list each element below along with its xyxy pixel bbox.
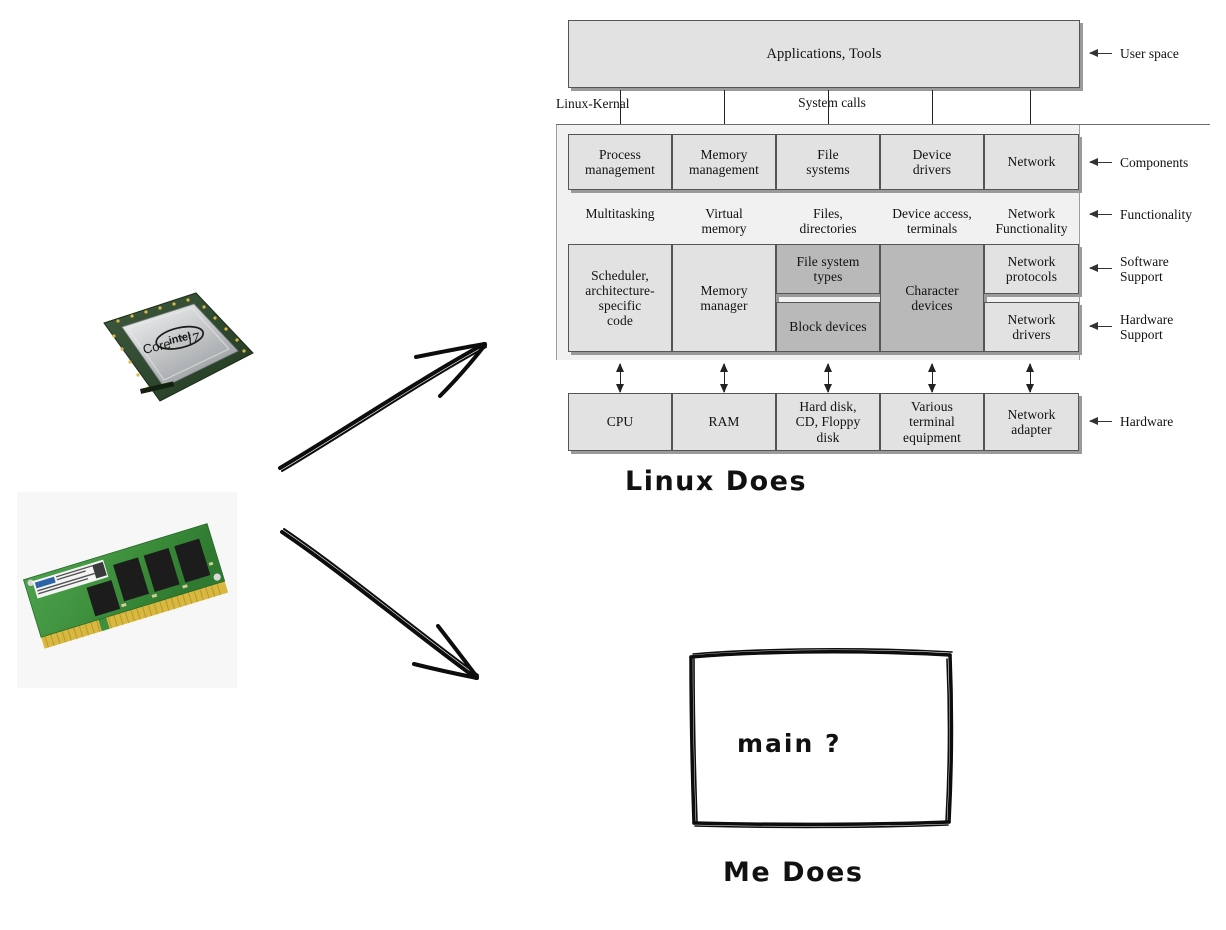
box-label: Network drivers xyxy=(1007,311,1056,342)
box-label: CPU xyxy=(606,414,634,430)
box-label: Block devices xyxy=(789,319,867,335)
hw-arrow-3 xyxy=(824,363,832,393)
side-arrow-software-support xyxy=(1089,264,1112,272)
side-label-components: Components xyxy=(1120,155,1189,170)
label-linux-kernal: Linux-Kernal xyxy=(556,96,630,111)
hw-arrow-4 xyxy=(928,363,936,393)
box-network-protocols: Network protocols xyxy=(984,244,1079,294)
side-label-user-space: User space xyxy=(1120,46,1179,61)
side-label-software-support: Software Support xyxy=(1120,254,1169,285)
box-label: Device drivers xyxy=(912,146,952,177)
box-label: File system types xyxy=(796,253,860,284)
box-file-system-types: File system types xyxy=(776,244,880,294)
label-virtual-memory: Virtual memory xyxy=(701,206,747,237)
ram-photo-svg xyxy=(17,492,237,688)
side-arrow-functionality xyxy=(1089,210,1112,218)
label-multitasking: Multitasking xyxy=(585,206,655,221)
box-network: Network xyxy=(984,134,1079,190)
hw-arrow-5 xyxy=(1026,363,1034,393)
side-label-hardware-support: Hardware Support xyxy=(1120,312,1174,343)
arrow-cpu-to-linux-diagram xyxy=(268,318,508,483)
box-process-management: Process management xyxy=(568,134,672,190)
box-label: Hard disk, CD, Floppy disk xyxy=(795,399,861,445)
arrow-ram-to-main-box xyxy=(268,518,508,693)
box-label: Network xyxy=(1007,154,1056,170)
label-device-access: Device access, terminals xyxy=(892,206,972,237)
box-applications-tools: Applications, Tools xyxy=(568,20,1080,88)
hw-arrow-1 xyxy=(616,363,624,393)
box-character-devices: Character devices xyxy=(880,244,984,352)
kernel-divider-rule xyxy=(556,124,1210,125)
box-label: Network adapter xyxy=(1007,406,1056,437)
ram-photo xyxy=(17,492,237,688)
side-label-hardware: Hardware xyxy=(1120,414,1174,429)
hw-arrow-2 xyxy=(720,363,728,393)
box-device-drivers: Device drivers xyxy=(880,134,984,190)
caption-linux-does: Linux Does xyxy=(625,466,808,497)
side-arrow-user-space xyxy=(1089,49,1112,57)
arrow-up-right-svg xyxy=(278,342,487,472)
linux-architecture-diagram: Applications, Tools System calls Process… xyxy=(556,12,1216,457)
box-label: File systems xyxy=(806,146,850,177)
box-label: Network protocols xyxy=(1005,253,1058,284)
box-block-devices: Block devices xyxy=(776,302,880,352)
caption-me-does: Me Does xyxy=(723,857,864,888)
side-label-functionality: Functionality xyxy=(1120,207,1192,222)
box-network-adapter: Network adapter xyxy=(984,393,1079,451)
side-arrow-components xyxy=(1089,158,1112,166)
box-label: RAM xyxy=(708,414,740,430)
box-network-drivers: Network drivers xyxy=(984,302,1079,352)
system-calls-label: System calls xyxy=(798,95,866,110)
box-label: Process management xyxy=(585,146,655,177)
box-hard-disk: Hard disk, CD, Floppy disk xyxy=(776,393,880,451)
arrow-down-right-svg xyxy=(280,528,479,680)
label-network-functionality: Network Functionality xyxy=(995,206,1068,237)
box-label: Character devices xyxy=(905,282,959,313)
box-label: Scheduler, architecture-specific code xyxy=(585,267,655,329)
label-files-directories: Files, directories xyxy=(799,206,857,237)
cpu-photo-svg: intel Core ™ i7 xyxy=(103,292,254,402)
cpu-photo: intel Core ™ i7 xyxy=(78,281,263,416)
box-file-systems: File systems xyxy=(776,134,880,190)
box-label: Memory manager xyxy=(700,282,748,313)
box-terminal-equipment: Various terminal equipment xyxy=(880,393,984,451)
box-memory-manager: Memory manager xyxy=(672,244,776,352)
box-scheduler-arch-code: Scheduler, architecture-specific code xyxy=(568,244,672,352)
box-label: Memory management xyxy=(689,146,759,177)
main-question-text: main ? xyxy=(737,729,842,758)
box-cpu: CPU xyxy=(568,393,672,451)
box-memory-management: Memory management xyxy=(672,134,776,190)
box-label: Various terminal equipment xyxy=(903,399,961,445)
side-arrow-hardware xyxy=(1089,417,1112,425)
side-arrow-hardware-support xyxy=(1089,322,1112,330)
box-ram: RAM xyxy=(672,393,776,451)
